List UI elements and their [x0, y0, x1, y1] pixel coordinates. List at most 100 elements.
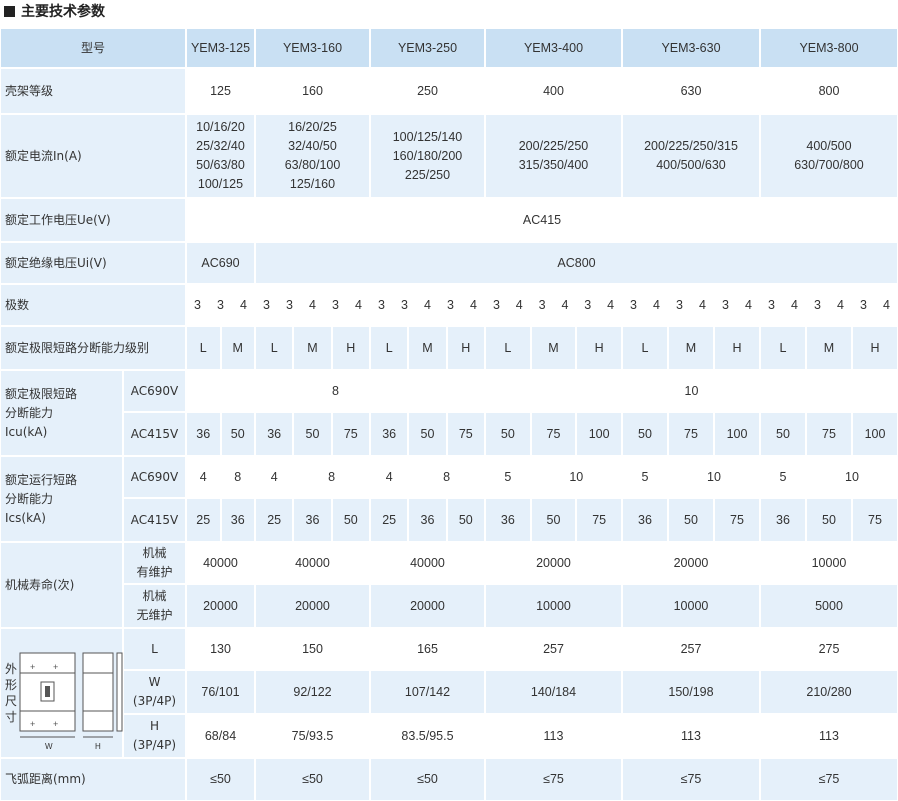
icu-ac415-value: 75	[447, 413, 484, 455]
icu-ac415-value: 50	[409, 413, 446, 455]
arc-value: ≤75	[623, 759, 759, 800]
dims-w-value: 76/101	[187, 671, 254, 713]
icu-ac415-value: 75	[669, 413, 713, 455]
current-value: 100/125/140 160/180/200 225/250	[371, 115, 484, 197]
row-label-life: 机械寿命(次)	[1, 543, 122, 627]
dims-h-value: 113	[761, 715, 897, 757]
ics-ac690-value: 4	[187, 457, 220, 497]
dims-h-value: 75/93.5	[256, 715, 369, 757]
breaking-level-value: M	[221, 327, 254, 369]
current-value: 200/225/250/315 400/500/630	[623, 115, 759, 197]
icu-ac415-value: 36	[371, 413, 408, 455]
life-nomaint-value: 20000	[371, 585, 484, 627]
icu-ac415-value: 50	[761, 413, 805, 455]
ue-value: AC415	[187, 199, 897, 241]
life-nomaint-value: 20000	[187, 585, 254, 627]
life-maint-value: 10000	[761, 543, 897, 583]
life-maint-label: 机械 有维护	[124, 543, 185, 583]
life-nomaint-value: 10000	[486, 585, 621, 627]
row-label-ui: 额定绝缘电压Ui(V)	[1, 243, 185, 283]
ics-ac690-value: 5	[761, 457, 805, 497]
icu-ac415-value: 100	[853, 413, 897, 455]
heading-square-icon	[4, 5, 15, 17]
poles-value: 3	[256, 285, 277, 325]
ics-ac415-value: 36	[221, 499, 254, 541]
poles-value: 3	[761, 285, 782, 325]
section-title: 主要技术参数	[21, 4, 105, 20]
poles-value: 3	[623, 285, 644, 325]
icu-ac415-value: 75	[332, 413, 369, 455]
icu-ac415-value: 75	[531, 413, 576, 455]
poles-value: 3	[279, 285, 300, 325]
width-mark: W	[45, 742, 53, 751]
dims-h-value: 83.5/95.5	[371, 715, 484, 757]
icu-ac415-value: 36	[256, 413, 293, 455]
current-value: 16/20/25 32/40/50 63/80/100 125/160	[256, 115, 369, 197]
life-maint-value: 40000	[187, 543, 254, 583]
ics-ac415-label: AC415V	[124, 499, 185, 541]
poles-value: 4	[692, 285, 713, 325]
svg-text:+: +	[53, 662, 58, 672]
ics-ac415-value: 50	[807, 499, 851, 541]
life-maint-value: 20000	[623, 543, 759, 583]
ics-ac415-value: 36	[294, 499, 331, 541]
row-label-icu: 额定极限短路 分断能力 Icu(kA)	[1, 371, 122, 455]
breaking-level-value: M	[669, 327, 713, 369]
poles-value: 3	[531, 285, 553, 325]
poles-value: 4	[508, 285, 530, 325]
frame-value: 125	[187, 69, 254, 113]
icu-ac415-label: AC415V	[124, 413, 185, 455]
breaking-level-value: M	[409, 327, 446, 369]
icu-ac415-value: 50	[294, 413, 331, 455]
ics-ac690-value: 8	[294, 457, 369, 497]
icu-ac415-value: 50	[221, 413, 254, 455]
dims-label-cell: 外 形 尺 寸 + + + + W H	[1, 629, 123, 757]
icu-ac415-value: 100	[577, 413, 621, 455]
svg-text:+: +	[30, 719, 35, 729]
ics-ac690-value: 10	[531, 457, 621, 497]
poles-value: 4	[738, 285, 759, 325]
breaking-level-value: H	[715, 327, 759, 369]
poles-value: 3	[325, 285, 346, 325]
header-model: YEM3-400	[486, 29, 621, 67]
icu-ac415-value: 75	[807, 413, 851, 455]
row-label-poles: 极数	[1, 285, 185, 325]
dims-l-value: 150	[256, 629, 369, 669]
header-model: YEM3-160	[256, 29, 369, 67]
ics-ac415-value: 50	[531, 499, 576, 541]
dims-h-value: 113	[486, 715, 621, 757]
poles-value: 4	[554, 285, 576, 325]
svg-text:+: +	[30, 662, 35, 672]
ics-ac415-value: 25	[371, 499, 408, 541]
icu-ac690-value-left: 8	[187, 371, 484, 411]
ics-ac415-value: 50	[332, 499, 369, 541]
arc-value: ≤50	[187, 759, 254, 800]
breaking-level-value: H	[853, 327, 897, 369]
breaking-level-value: H	[577, 327, 621, 369]
header-model: YEM3-800	[761, 29, 897, 67]
breaking-level-value: L	[371, 327, 408, 369]
life-nomaint-label: 机械 无维护	[124, 585, 185, 627]
breaking-level-value: H	[447, 327, 484, 369]
frame-value: 400	[486, 69, 621, 113]
poles-value: 4	[417, 285, 438, 325]
poles-value: 3	[853, 285, 874, 325]
frame-value: 250	[371, 69, 484, 113]
frame-value: 160	[256, 69, 369, 113]
ics-ac690-value: 8	[221, 457, 254, 497]
breaking-level-value: L	[761, 327, 805, 369]
ics-ac415-value: 36	[486, 499, 530, 541]
ics-ac415-value: 75	[577, 499, 621, 541]
ics-ac415-value: 36	[409, 499, 446, 541]
row-label-ics: 额定运行短路 分断能力 Ics(kA)	[1, 457, 122, 541]
ui-value-rest: AC800	[256, 243, 897, 283]
row-label-ue: 额定工作电压Ue(V)	[1, 199, 185, 241]
breaking-level-value: M	[807, 327, 851, 369]
poles-value: 3	[715, 285, 736, 325]
header-model: YEM3-630	[623, 29, 759, 67]
poles-value: 4	[876, 285, 897, 325]
arc-value: ≤75	[486, 759, 621, 800]
ics-ac415-value: 50	[669, 499, 713, 541]
poles-value: 4	[600, 285, 621, 325]
poles-value: 4	[233, 285, 254, 325]
